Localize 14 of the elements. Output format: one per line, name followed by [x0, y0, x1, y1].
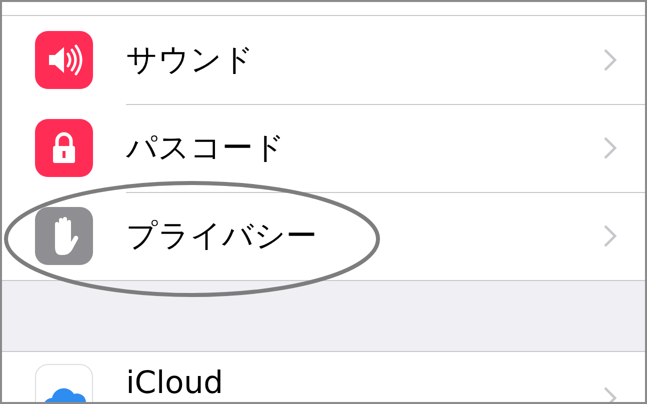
chevron-icon — [603, 224, 617, 248]
settings-row[interactable]: プライバシー — [2, 192, 645, 280]
hand-icon — [35, 207, 93, 265]
settings-row[interactable]: サウンド — [2, 16, 645, 104]
row-label: パスコード — [126, 129, 286, 168]
chevron-icon — [603, 48, 617, 72]
settings-row[interactable]: パスコード — [2, 104, 645, 192]
lock-icon — [35, 119, 93, 177]
row-label: プライバシー — [126, 217, 318, 256]
row-label: iCloud — [126, 366, 224, 400]
speaker-icon — [35, 31, 93, 89]
row-label: サウンド — [126, 41, 255, 80]
chevron-icon — [603, 136, 617, 160]
settings-row[interactable]: iCloud — [2, 352, 645, 402]
